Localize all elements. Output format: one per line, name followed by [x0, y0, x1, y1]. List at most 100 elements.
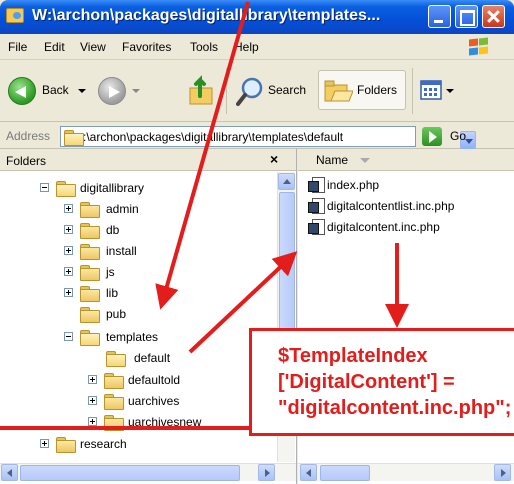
name-column-header[interactable]: Name: [316, 153, 348, 167]
search-label: Search: [268, 83, 307, 97]
tree-item-label: js: [106, 265, 115, 279]
folder-icon: [80, 306, 100, 323]
folders-pane: Folders × digitallibrary admin db instal…: [0, 149, 297, 484]
expand-icon[interactable]: [64, 246, 73, 255]
folder-icon: [80, 201, 100, 218]
menu-help[interactable]: Help: [234, 40, 259, 54]
scrollbar-thumb[interactable]: [320, 465, 370, 481]
folder-icon: [80, 222, 100, 239]
folder-icon: [80, 285, 100, 302]
back-button[interactable]: Back: [0, 74, 90, 108]
expand-icon[interactable]: [40, 439, 49, 448]
title-bar[interactable]: W:\archon\packages\digitallibrary\templa…: [0, 0, 514, 34]
close-button[interactable]: [482, 5, 505, 28]
toolbar: Back Search Folders: [0, 62, 514, 122]
tree-item-label: db: [106, 223, 120, 237]
expand-icon[interactable]: [64, 288, 73, 297]
tree-item-label: digitallibrary: [80, 181, 145, 195]
views-dropdown-icon: [446, 89, 454, 93]
up-button[interactable]: [186, 74, 218, 108]
address-bar: Address :\archon\packages\digitallibrary…: [0, 123, 514, 150]
forward-dropdown-icon: [132, 89, 140, 93]
folder-icon: [56, 436, 76, 453]
php-file-icon: [308, 177, 325, 193]
php-file-icon: [308, 198, 325, 214]
maximize-button[interactable]: [455, 5, 478, 28]
folders-icon: [324, 80, 353, 102]
files-header: Name: [298, 149, 514, 171]
folder-icon: [80, 243, 100, 260]
tree-item-label: research: [80, 437, 127, 451]
search-button[interactable]: Search: [236, 74, 312, 108]
explorer-window: W:\archon\packages\digitallibrary\templa…: [0, 0, 514, 484]
collapse-icon[interactable]: [64, 332, 73, 341]
expand-icon[interactable]: [88, 396, 97, 405]
go-arrow-icon: [422, 127, 442, 146]
collapse-icon[interactable]: [40, 183, 49, 192]
toolbar-separator: [412, 68, 413, 114]
folder-icon: [56, 180, 76, 197]
scroll-up-icon[interactable]: [278, 173, 295, 190]
scrollbar-thumb[interactable]: [20, 465, 240, 481]
expand-icon[interactable]: [64, 267, 73, 276]
menu-bar: File Edit View Favorites Tools Help: [0, 34, 514, 60]
address-label: Address: [6, 129, 51, 143]
php-file-icon: [308, 219, 325, 235]
folders-label: Folders: [357, 83, 398, 97]
folders-pane-title: Folders: [6, 154, 47, 168]
file-name: index.php: [327, 178, 380, 192]
views-icon: [420, 80, 442, 100]
scroll-right-icon[interactable]: [258, 464, 275, 481]
tree-item-label: admin: [106, 202, 139, 216]
menu-edit[interactable]: Edit: [44, 40, 65, 54]
folder-icon: [104, 414, 124, 431]
tree-item-label: lib: [106, 286, 119, 300]
up-folder-icon: [189, 75, 213, 105]
folders-horizontal-scrollbar[interactable]: [0, 463, 296, 481]
files-horizontal-scrollbar[interactable]: [298, 463, 514, 481]
search-magnifier-icon: [236, 77, 263, 106]
go-label: Go: [450, 129, 467, 143]
go-button[interactable]: Go: [420, 126, 472, 147]
address-value: :\archon\packages\digitallibrary\templat…: [83, 130, 344, 144]
window-folder-icon: [6, 8, 24, 23]
tree-item-label: templates: [106, 330, 159, 344]
sort-arrow-icon: [360, 158, 370, 163]
scroll-left-icon[interactable]: [300, 464, 317, 481]
tree-item-label: pub: [106, 307, 127, 321]
folder-icon: [106, 350, 126, 367]
expand-icon[interactable]: [88, 417, 97, 426]
close-icon[interactable]: ×: [270, 151, 278, 167]
tree-item-label: uarchivesnew: [128, 415, 202, 429]
menu-tools[interactable]: Tools: [190, 40, 218, 54]
file-name: digitalcontent.inc.php: [327, 220, 440, 234]
views-button[interactable]: [420, 74, 456, 108]
tree-item-label: default: [134, 351, 171, 365]
folder-icon: [80, 264, 100, 281]
scroll-left-icon[interactable]: [1, 464, 18, 481]
scroll-right-icon[interactable]: [494, 464, 511, 481]
expand-icon[interactable]: [64, 225, 73, 234]
back-dropdown-icon: [78, 89, 86, 93]
menu-file[interactable]: File: [8, 40, 27, 54]
folder-icon: [104, 393, 124, 410]
address-input[interactable]: :\archon\packages\digitallibrary\templat…: [60, 126, 476, 150]
expand-icon[interactable]: [88, 375, 97, 384]
window-title: W:\archon\packages\digitallibrary\templa…: [32, 7, 381, 24]
menu-view[interactable]: View: [80, 40, 106, 54]
forward-arrow-icon: [98, 77, 126, 105]
back-label: Back: [42, 83, 69, 97]
toolbar-separator: [226, 68, 227, 114]
menu-favorites[interactable]: Favorites: [122, 40, 171, 54]
expand-icon[interactable]: [64, 204, 73, 213]
folders-vertical-scrollbar[interactable]: [277, 172, 295, 462]
folders-button[interactable]: Folders: [318, 70, 406, 110]
minimize-button[interactable]: [428, 5, 451, 28]
back-arrow-icon: [8, 77, 36, 105]
folder-icon: [104, 372, 124, 389]
windows-logo-icon: [468, 37, 490, 56]
files-pane: Name index.php digitalcontentlist.inc.ph…: [298, 149, 514, 484]
tree-item-label: install: [106, 244, 137, 258]
scrollbar-thumb[interactable]: [279, 192, 295, 340]
tree-item-label: uarchives: [128, 394, 180, 408]
